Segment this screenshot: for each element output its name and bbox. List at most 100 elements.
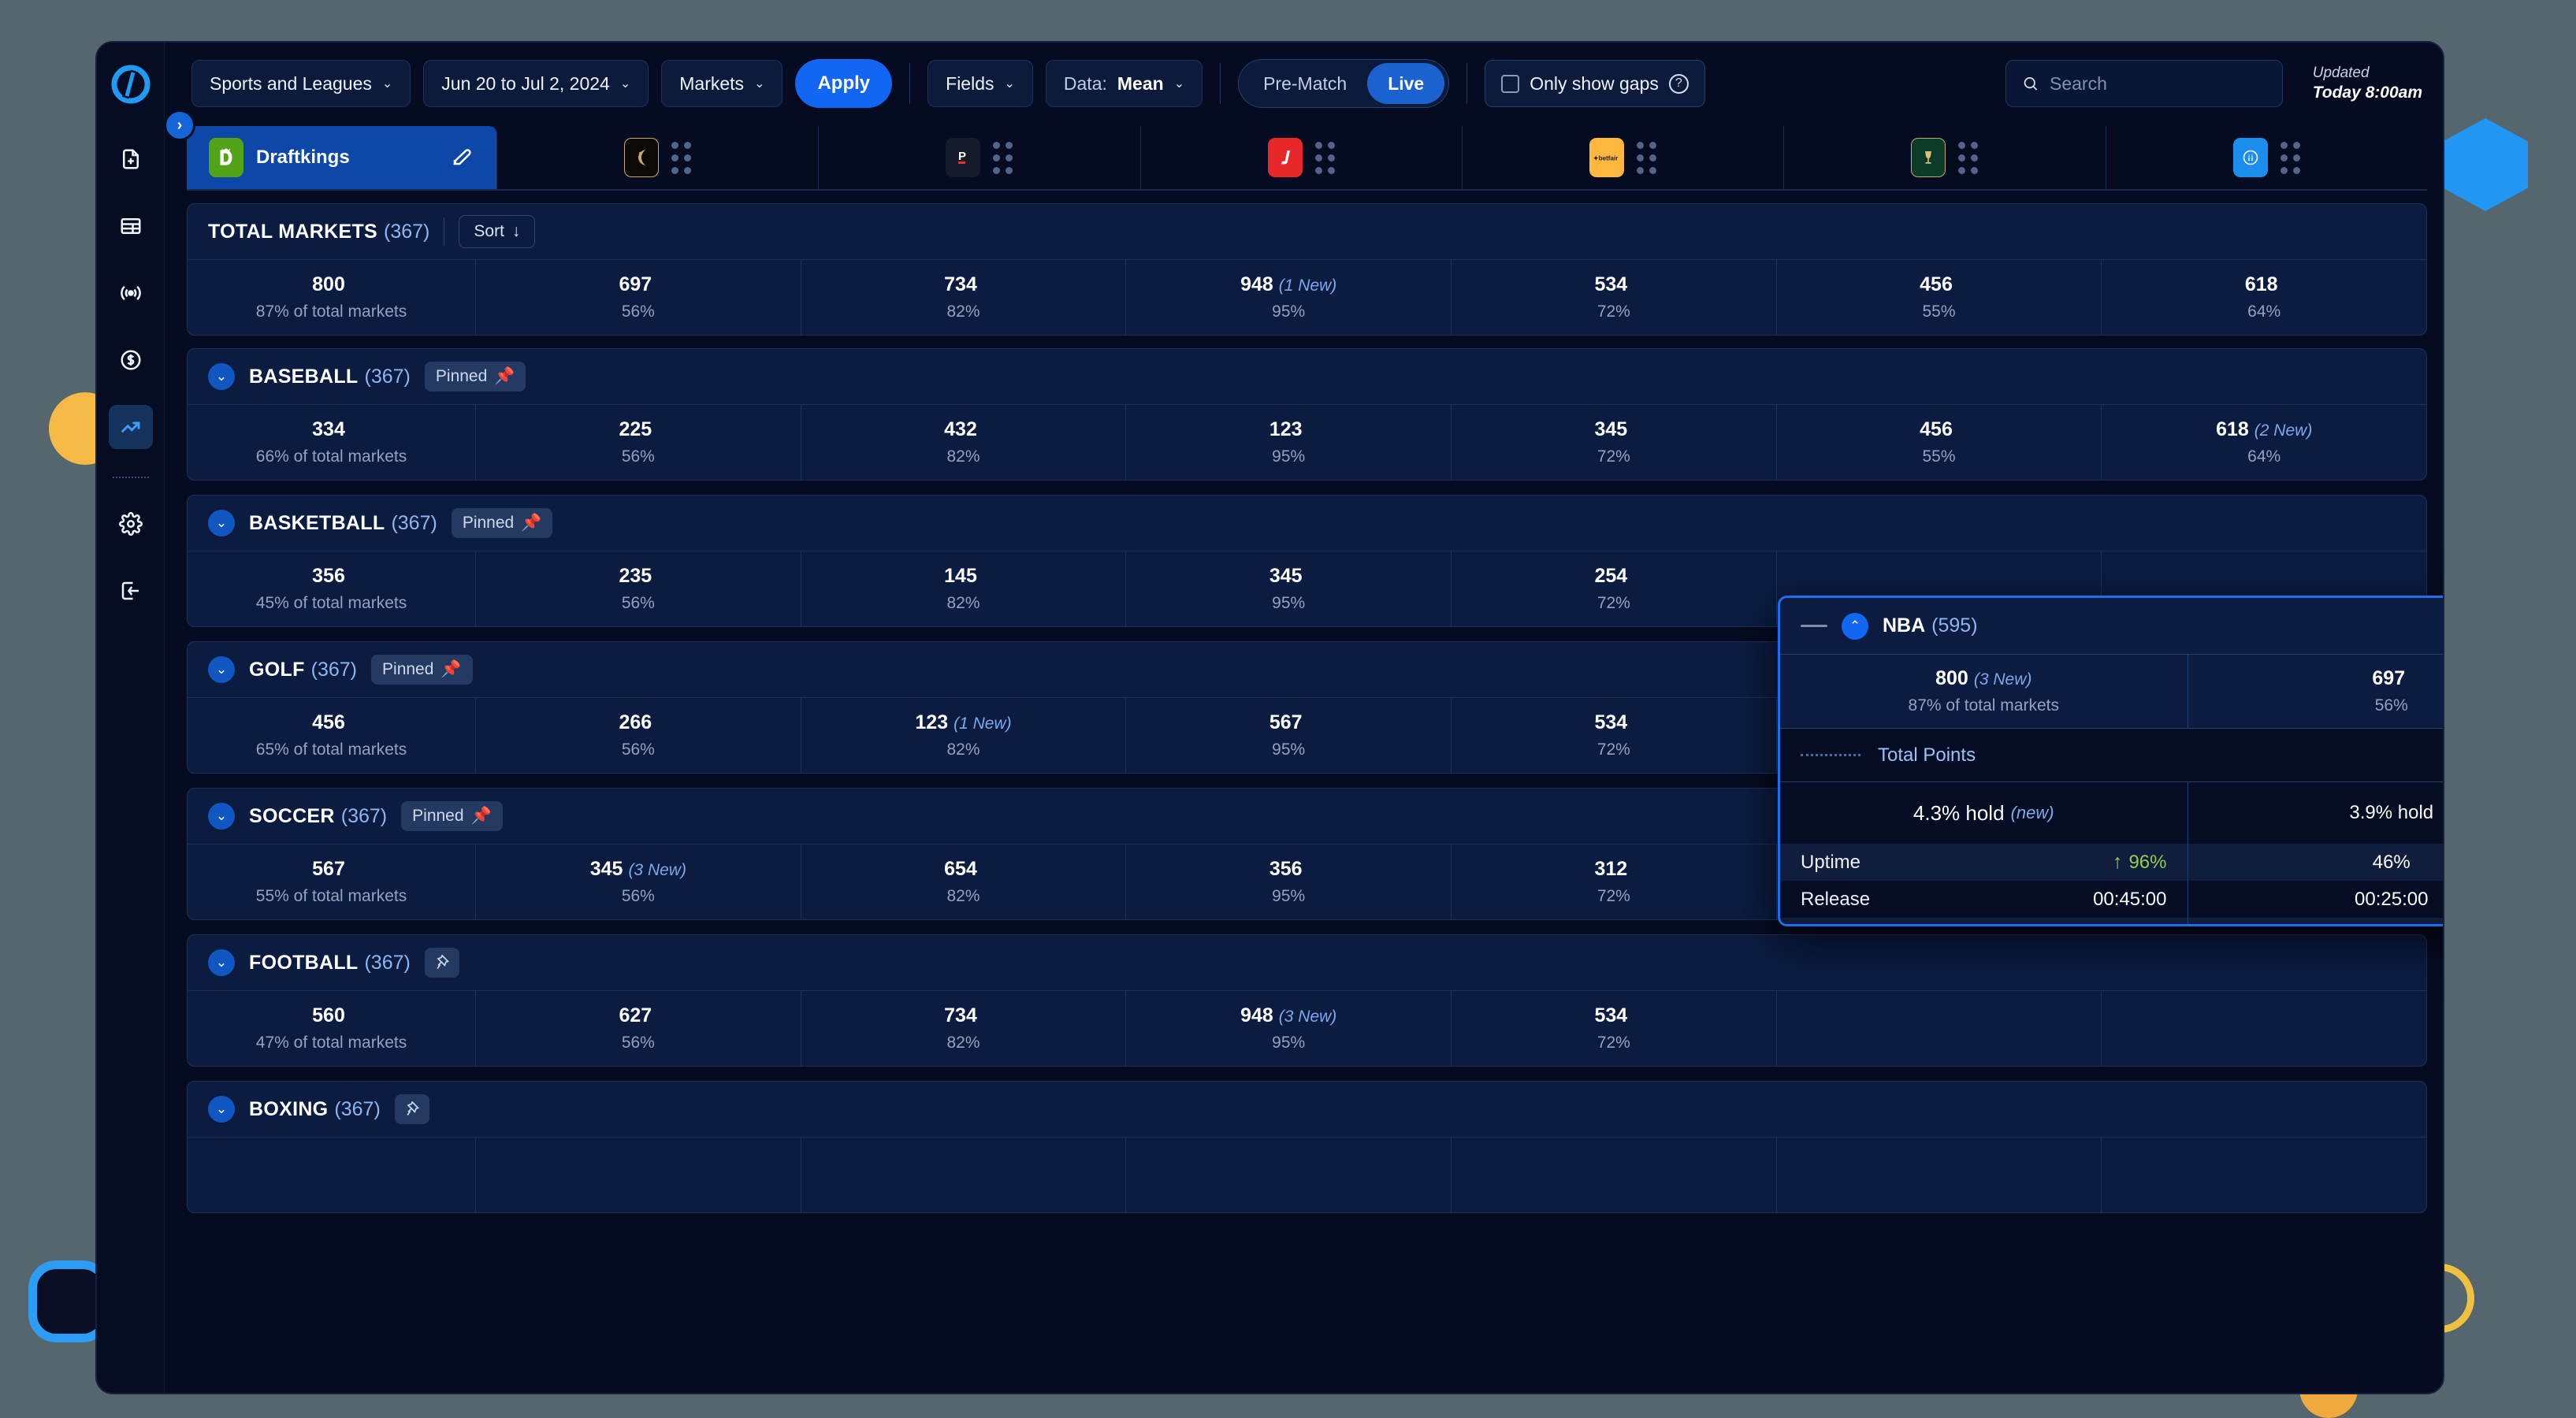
sport-group-header[interactable]: ⌄ BASKETBALL (367) Pinned 📌 [188,496,2426,551]
table-cell[interactable]: 567 95% [1126,698,1452,773]
sidebar-item-analytics[interactable] [108,405,153,449]
overlay-collapse-caret-icon[interactable]: ⌃ [1842,612,1868,640]
sidebar-item-pricing[interactable] [109,338,153,382]
table-cell[interactable] [1777,991,2102,1066]
sidebar-item-logout[interactable] [109,569,153,613]
table-cell[interactable]: 432 82% [801,405,1127,480]
table-cell[interactable]: 654 82% [801,844,1127,919]
group-collapse-caret-icon[interactable]: ⌄ [208,1096,235,1123]
overlay-metric-left[interactable]: Selections ↓ 12 [1780,918,2188,924]
sidebar-item-live[interactable] [109,271,153,315]
table-cell[interactable]: 618 64% [2102,260,2426,335]
group-collapse-caret-icon[interactable]: ⌄ [208,510,235,536]
table-cell[interactable]: 697 56% [476,260,801,335]
table-cell[interactable]: 312 72% [1452,844,1777,919]
search-box[interactable] [2005,60,2283,107]
markets-dropdown[interactable]: Markets ⌄ [661,60,783,107]
sportsbook-tab-ladbrokes[interactable] [1141,126,1463,189]
table-cell[interactable]: 534 72% [1452,260,1777,335]
table-cell[interactable]: 948 (3 New) 95% [1126,991,1452,1066]
table-cell[interactable] [2102,1138,2426,1212]
pinned-badge[interactable]: Pinned 📌 [401,801,503,831]
segment-live[interactable]: Live [1367,63,1445,104]
sidebar-item-tables[interactable] [109,204,153,248]
overlay-hold-right[interactable]: 3.9% hold [2188,782,2444,844]
sports-leagues-dropdown[interactable]: Sports and Leagues ⌄ [191,60,411,107]
table-cell[interactable]: 356 45% of total markets [188,551,476,626]
overlay-metric-right[interactable]: 9 [2188,918,2444,924]
help-icon[interactable]: ? [1668,73,1689,94]
table-cell[interactable] [1126,1138,1452,1212]
table-cell[interactable]: 235 56% [476,551,801,626]
table-cell[interactable]: 534 72% [1452,698,1777,773]
group-collapse-caret-icon[interactable]: ⌄ [208,656,235,683]
apply-button[interactable]: Apply [795,59,893,108]
sport-group-header[interactable]: ⌄ BOXING (367) [188,1082,2426,1137]
table-cell[interactable]: 145 82% [801,551,1127,626]
table-cell[interactable]: 254 72% [1452,551,1777,626]
sportsbook-tab-fanduel[interactable] [2106,126,2427,189]
sort-button[interactable]: Sort ↓ [459,215,536,248]
overlay-summary-cell[interactable]: 800 (3 New) 87% of total markets [1780,655,2188,728]
sportsbook-tab-pointsbet[interactable]: P [819,126,1141,189]
table-cell[interactable] [1777,1138,2102,1212]
table-cell[interactable]: 225 56% [476,405,801,480]
table-cell[interactable]: 356 95% [1126,844,1452,919]
drag-handle-icon[interactable] [2280,141,2300,174]
table-cell[interactable]: 734 82% [801,991,1127,1066]
table-cell[interactable]: 345 (3 New) 56% [476,844,801,919]
table-cell[interactable]: 734 82% [801,260,1127,335]
only-show-gaps-checkbox[interactable] [1501,74,1520,93]
sport-group-header[interactable]: ⌄ FOOTBALL (367) [188,935,2426,990]
pinned-badge[interactable]: Pinned 📌 [451,508,553,538]
drag-handle-icon[interactable] [993,141,1013,174]
nba-detail-overlay[interactable]: ⌃ NBA (595) 800 (3 New) 87% of total mark… [1778,596,2444,926]
table-cell[interactable]: 123 95% [1126,405,1452,480]
only-show-gaps-toggle[interactable]: Only show gaps ? [1485,60,1705,107]
table-cell[interactable] [2102,991,2426,1066]
sportsbook-tab-betfair[interactable]: ✦betfair [1463,126,1785,189]
table-cell[interactable]: 334 66% of total markets [188,405,476,480]
table-cell[interactable] [1452,1138,1777,1212]
drag-handle-icon[interactable] [671,141,692,174]
table-cell[interactable]: 345 95% [1126,551,1452,626]
table-cell[interactable]: 948 (1 New) 95% [1126,260,1452,335]
group-collapse-caret-icon[interactable]: ⌄ [208,363,235,390]
overlay-metric-left[interactable]: Release 00:45:00 [1780,881,2188,918]
drag-handle-icon[interactable] [1314,141,1335,174]
sidebar-item-settings[interactable] [109,502,153,546]
table-cell[interactable] [476,1138,801,1212]
table-cell[interactable]: 567 55% of total markets [188,844,476,919]
overlay-summary-cell[interactable]: 697 56% [2188,655,2444,728]
fields-dropdown[interactable]: Fields ⌄ [927,60,1033,107]
table-cell[interactable] [801,1138,1127,1212]
sidebar-collapse-toggle[interactable]: › [166,112,193,139]
pinned-badge[interactable]: Pinned 📌 [424,362,526,392]
data-aggregation-dropdown[interactable]: Data: Mean ⌄ [1045,60,1203,107]
table-cell[interactable]: 345 72% [1452,405,1777,480]
overlay-hold-left[interactable]: 4.3% hold (new) [1780,782,2188,844]
table-cell[interactable]: 627 56% [476,991,801,1066]
segment-pre-match[interactable]: Pre-Match [1243,63,1367,104]
date-range-dropdown[interactable]: Jun 20 to Jul 2, 2024 ⌄ [423,60,649,107]
overlay-metric-left[interactable]: Uptime ↑ 96% [1780,844,2188,881]
drag-handle-icon[interactable] [1637,141,1657,174]
table-cell[interactable]: 266 56% [476,698,801,773]
sportsbook-tab-bet365[interactable] [1784,126,2106,189]
group-collapse-caret-icon[interactable]: ⌄ [208,803,235,830]
table-cell[interactable]: 618 (2 New) 64% [2102,405,2426,480]
table-cell[interactable]: 534 72% [1452,991,1777,1066]
pin-button[interactable] [424,948,459,978]
pinned-badge[interactable]: Pinned 📌 [371,655,473,685]
search-input[interactable] [2049,72,2266,95]
table-cell[interactable]: 456 55% [1777,405,2102,480]
table-cell[interactable]: 560 47% of total markets [188,991,476,1066]
table-cell[interactable]: 456 55% [1777,260,2102,335]
drag-bar-icon[interactable] [1801,625,1827,627]
sport-group-header[interactable]: ⌄ BASEBALL (367) Pinned 📌 [188,349,2426,404]
drag-handle-icon[interactable] [1958,141,1979,174]
table-cell[interactable]: 456 65% of total markets [188,698,476,773]
overlay-metric-right[interactable]: 46% [2188,844,2444,881]
sidebar-item-new-document[interactable] [109,137,153,181]
table-cell[interactable] [188,1138,476,1212]
